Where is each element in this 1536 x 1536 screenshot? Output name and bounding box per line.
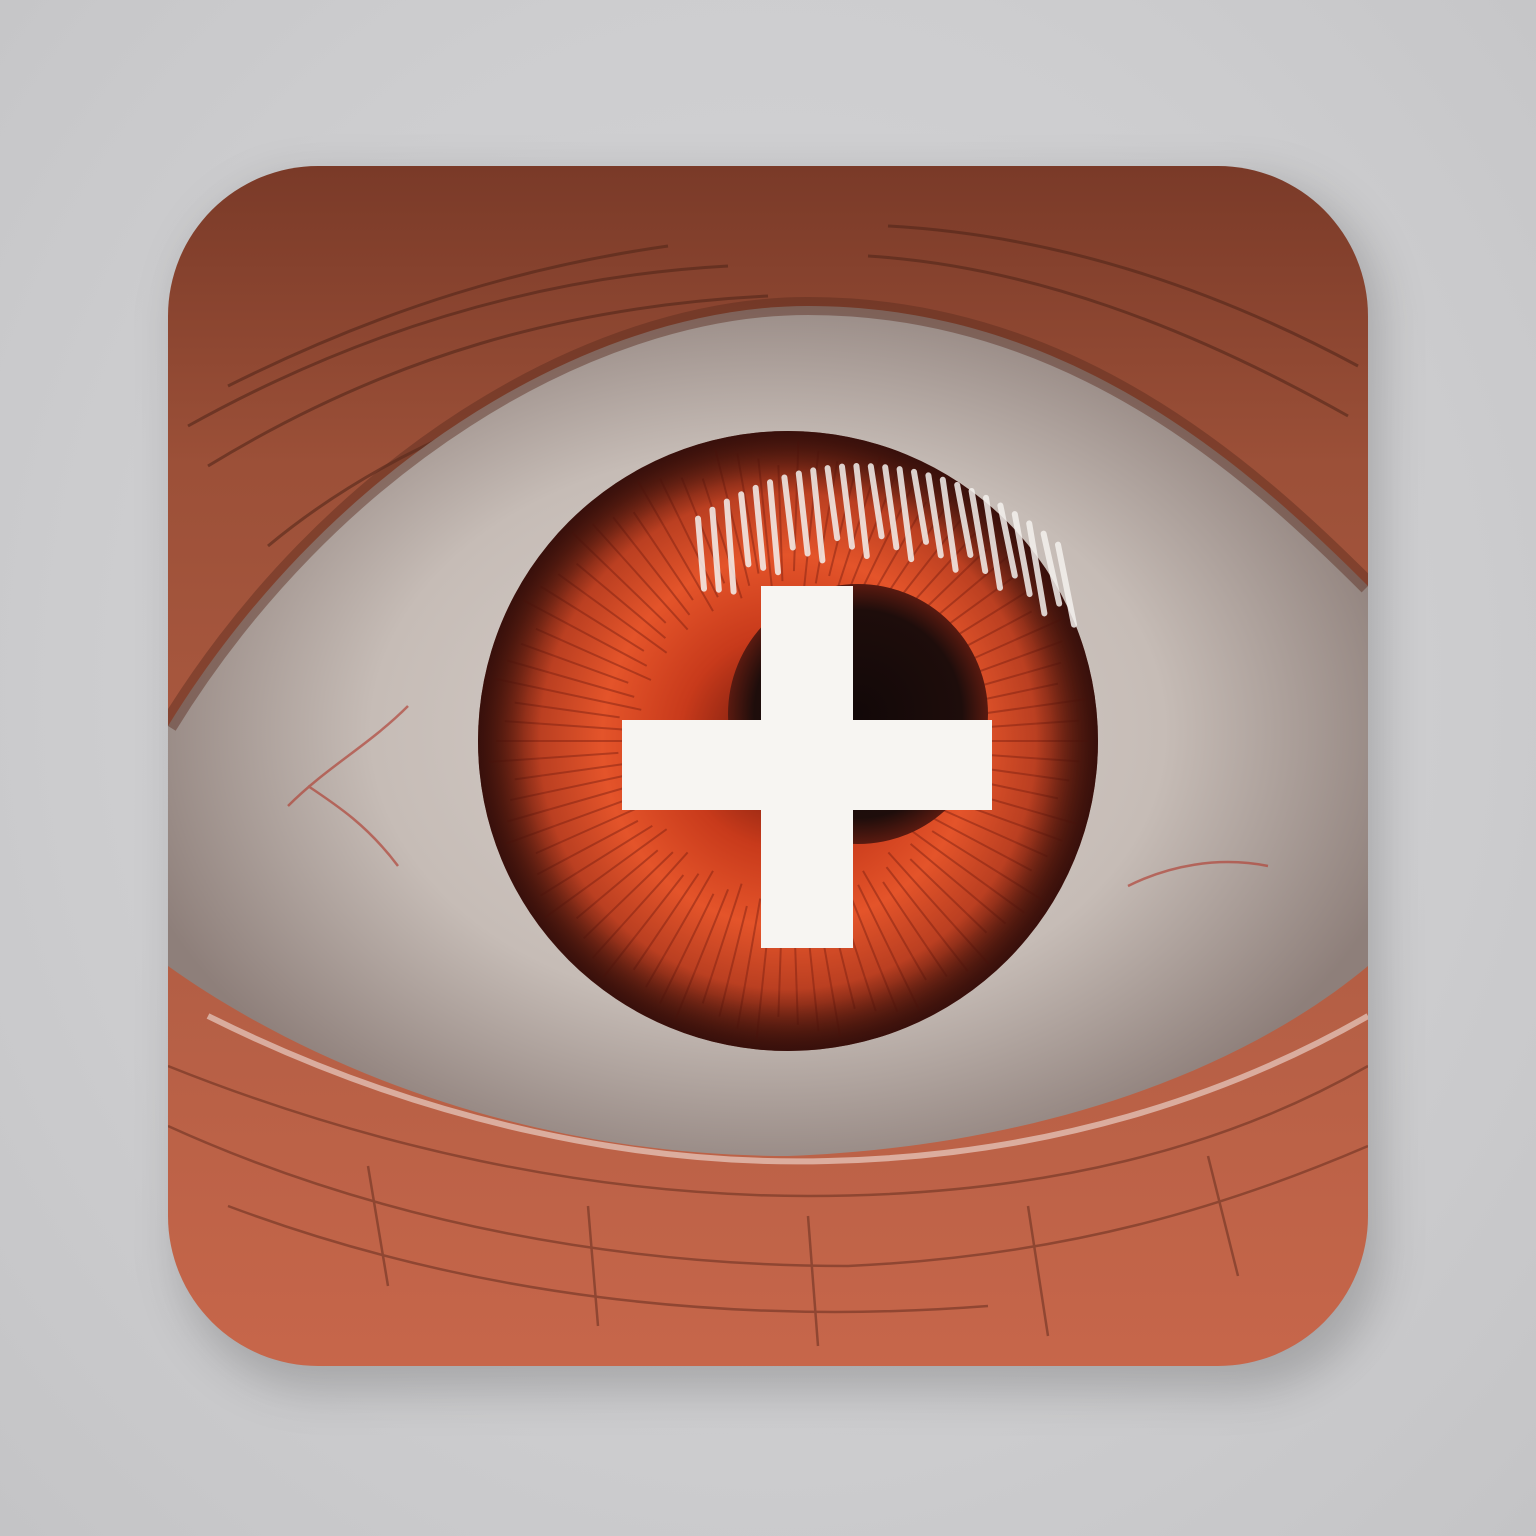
- canvas: [0, 0, 1536, 1536]
- app-icon-tile[interactable]: [168, 166, 1368, 1366]
- eye-medical-cross-icon: [168, 166, 1368, 1366]
